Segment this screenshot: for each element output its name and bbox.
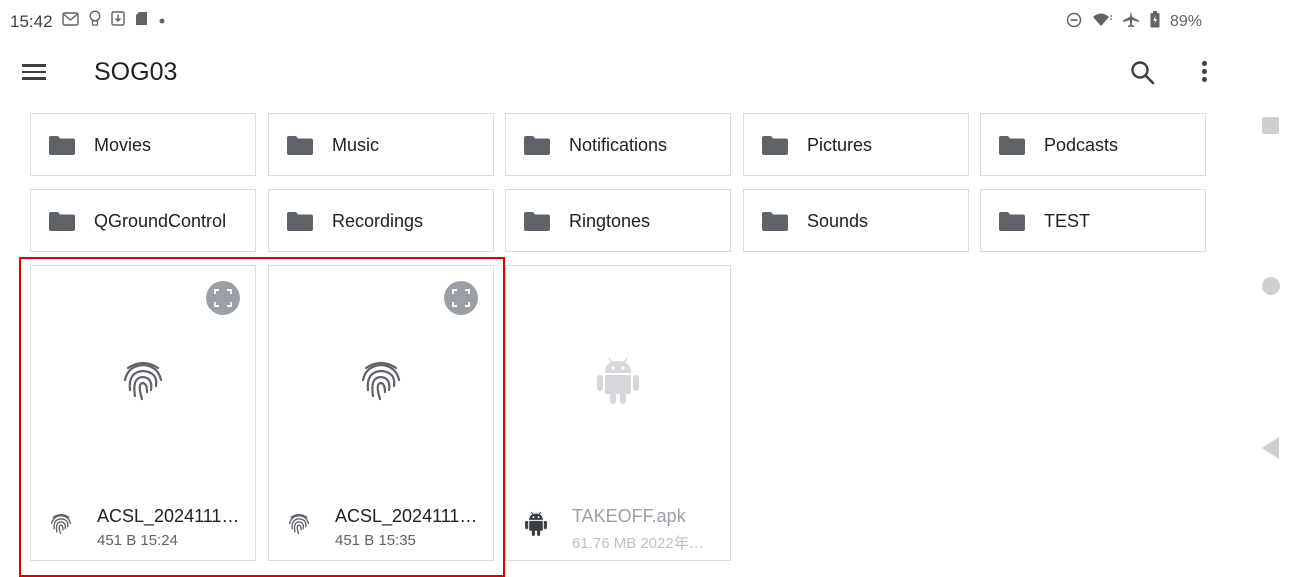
folder-label: Music — [332, 135, 380, 155]
do-not-disturb-icon — [1066, 12, 1082, 33]
folder-icon — [287, 212, 313, 231]
folder-label: Recordings — [332, 211, 424, 231]
expand-preview-icon[interactable] — [444, 281, 478, 315]
folder-movies[interactable]: Movies — [30, 113, 256, 176]
search-icon[interactable] — [1128, 58, 1158, 88]
folder-icon — [49, 136, 75, 155]
fingerprint-icon — [361, 361, 401, 401]
status-time: 15:42 — [10, 12, 53, 31]
fingerprint-icon — [288, 513, 310, 535]
folder-icon — [49, 212, 75, 231]
airplane-icon — [1122, 11, 1140, 33]
fingerprint-icon — [50, 513, 72, 535]
sdcard-icon — [135, 11, 148, 31]
back-icon[interactable] — [1262, 437, 1279, 459]
folder-recordings[interactable]: Recordings — [268, 189, 494, 252]
file-card-acsl-1[interactable]: ACSL_2024111… 451 B 15:24 — [30, 265, 256, 561]
folder-icon — [524, 212, 550, 231]
more-options-icon[interactable] — [1196, 58, 1212, 88]
recent-apps-icon[interactable] — [1262, 117, 1279, 134]
folder-label: Movies — [94, 135, 152, 155]
file-name: ACSL_2024111… — [97, 506, 240, 526]
file-card-takeoff-apk[interactable]: TAKEOFF.apk 61.76 MB 2022年… — [505, 265, 731, 561]
file-name: ACSL_2024111… — [335, 506, 478, 526]
dot-icon — [158, 12, 166, 30]
gmail-icon — [62, 11, 79, 31]
folder-icon — [999, 136, 1025, 155]
folder-label: Pictures — [807, 135, 873, 155]
page-title: SOG03 — [94, 58, 178, 86]
notification-icons — [62, 10, 166, 32]
folder-sounds[interactable]: Sounds — [743, 189, 969, 252]
hamburger-menu-icon[interactable] — [22, 60, 48, 86]
folder-label: TEST — [1044, 211, 1091, 231]
folder-label: Podcasts — [1044, 135, 1119, 155]
folder-test[interactable]: TEST — [980, 189, 1206, 252]
android-icon — [597, 357, 639, 404]
file-meta: 451 B 15:35 — [335, 532, 416, 549]
folder-icon — [762, 136, 788, 155]
expand-preview-icon[interactable] — [206, 281, 240, 315]
status-bar: 15:42 89% — [0, 0, 1230, 46]
navigation-bar — [1230, 0, 1294, 571]
folder-podcasts[interactable]: Podcasts — [980, 113, 1206, 176]
folder-pictures[interactable]: Pictures — [743, 113, 969, 176]
folder-icon — [287, 136, 313, 155]
app-bar: SOG03 — [0, 46, 1230, 102]
folder-qgroundcontrol[interactable]: QGroundControl — [30, 189, 256, 252]
folder-icon — [524, 136, 550, 155]
folder-label: Sounds — [807, 211, 869, 231]
folder-icon — [999, 212, 1025, 231]
folder-label: Notifications — [569, 135, 668, 155]
battery-level: 89% — [1169, 13, 1202, 30]
folder-icon — [762, 212, 788, 231]
fingerprint-icon — [123, 361, 163, 401]
file-meta: 61.76 MB 2022年… — [572, 535, 704, 552]
system-status-icons: 89% — [1066, 11, 1202, 33]
wifi-icon — [1092, 12, 1112, 33]
folder-ringtones[interactable]: Ringtones — [505, 189, 731, 252]
file-name: TAKEOFF.apk — [572, 506, 686, 526]
file-meta: 451 B 15:24 — [97, 532, 178, 549]
folder-label: QGroundControl — [94, 211, 227, 231]
download-icon — [111, 11, 125, 31]
folder-music[interactable]: Music — [268, 113, 494, 176]
battery-icon — [1150, 11, 1160, 33]
folder-label: Ringtones — [569, 211, 651, 231]
home-icon[interactable] — [1262, 277, 1280, 295]
folder-notifications[interactable]: Notifications — [505, 113, 731, 176]
file-card-acsl-2[interactable]: ACSL_2024111… 451 B 15:35 — [268, 265, 494, 561]
android-icon — [525, 511, 547, 536]
lightbulb-icon — [89, 10, 101, 32]
